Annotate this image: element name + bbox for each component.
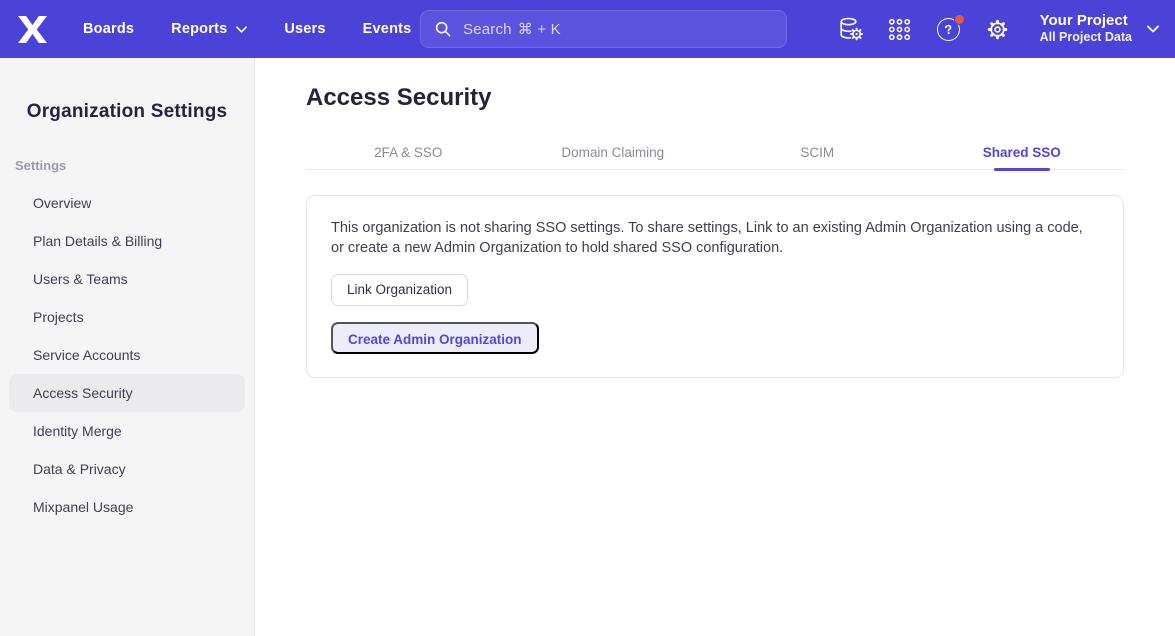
link-organization-button[interactable]: Link Organization (331, 274, 468, 306)
search-icon (434, 20, 452, 38)
nav-item-label: Events (363, 21, 412, 37)
access-security-tabs: 2FA & SSO Domain Claiming SCIM Shared SS… (306, 136, 1124, 170)
nav-item-events[interactable]: Events (363, 21, 412, 37)
chevron-down-icon (1147, 25, 1159, 33)
main-content: Access Security 2FA & SSO Domain Claimin… (256, 58, 1175, 636)
mixpanel-logo[interactable] (16, 15, 49, 43)
sidebar-item-data-privacy[interactable]: Data & Privacy (9, 450, 245, 488)
settings-sidebar: Organization Settings Settings Overview … (0, 58, 255, 636)
apps-grid-icon[interactable] (887, 16, 913, 42)
sidebar-item-mixpanel-usage[interactable]: Mixpanel Usage (9, 488, 245, 526)
nav-item-boards[interactable]: Boards (83, 21, 134, 37)
sidebar-nav-list: Overview Plan Details & Billing Users & … (0, 184, 254, 526)
project-selector-text: Your Project All Project Data (1040, 12, 1132, 46)
sidebar-title: Organization Settings (0, 101, 254, 123)
sidebar-section-label: Settings (15, 158, 254, 173)
sidebar-item-plan-details-billing[interactable]: Plan Details & Billing (9, 222, 245, 260)
search-shortcut-hint: ⌘ + K (518, 21, 561, 38)
sidebar-item-service-accounts[interactable]: Service Accounts (9, 336, 245, 374)
help-icon[interactable]: ? (936, 16, 962, 42)
notification-dot (954, 14, 965, 25)
tab-domain-claiming[interactable]: Domain Claiming (511, 136, 716, 169)
sidebar-item-access-security[interactable]: Access Security (9, 374, 245, 412)
top-navbar: Boards Reports Users Events Search⌘ + K (0, 0, 1175, 58)
nav-item-reports[interactable]: Reports (171, 21, 247, 37)
nav-item-users[interactable]: Users (284, 21, 325, 37)
navbar-right-controls: ? (838, 0, 1163, 58)
project-scope: All Project Data (1040, 29, 1132, 46)
primary-nav: Boards Reports Users Events (83, 21, 411, 37)
data-management-icon[interactable] (838, 16, 864, 42)
page-title: Access Security (306, 84, 1175, 112)
tab-2fa-sso[interactable]: 2FA & SSO (306, 136, 511, 169)
tab-scim[interactable]: SCIM (715, 136, 920, 169)
create-admin-organization-button[interactable]: Create Admin Organization (331, 322, 539, 354)
search-placeholder: Search⌘ + K (463, 20, 561, 38)
sidebar-item-projects[interactable]: Projects (9, 298, 245, 336)
shared-sso-description: This organization is not sharing SSO set… (331, 219, 1099, 258)
nav-item-label: Users (284, 21, 325, 37)
app-window: Boards Reports Users Events Search⌘ + K (0, 0, 1175, 636)
tab-shared-sso[interactable]: Shared SSO (920, 136, 1125, 169)
mixpanel-logo-icon (17, 16, 48, 43)
create-admin-organization-row: Create Admin Organization (331, 322, 1099, 354)
project-selector[interactable]: Your Project All Project Data (1040, 12, 1163, 46)
project-name: Your Project (1040, 12, 1132, 29)
chevron-down-icon (236, 26, 247, 33)
shared-sso-card: This organization is not sharing SSO set… (306, 195, 1124, 378)
link-organization-row: Link Organization (331, 274, 1099, 306)
nav-item-label: Boards (83, 21, 134, 37)
sidebar-item-overview[interactable]: Overview (9, 184, 245, 222)
nav-item-label: Reports (171, 21, 227, 37)
sidebar-item-users-teams[interactable]: Users & Teams (9, 260, 245, 298)
search-input[interactable]: Search⌘ + K (420, 10, 787, 48)
settings-gear-icon[interactable] (985, 16, 1011, 42)
sidebar-item-identity-merge[interactable]: Identity Merge (9, 412, 245, 450)
